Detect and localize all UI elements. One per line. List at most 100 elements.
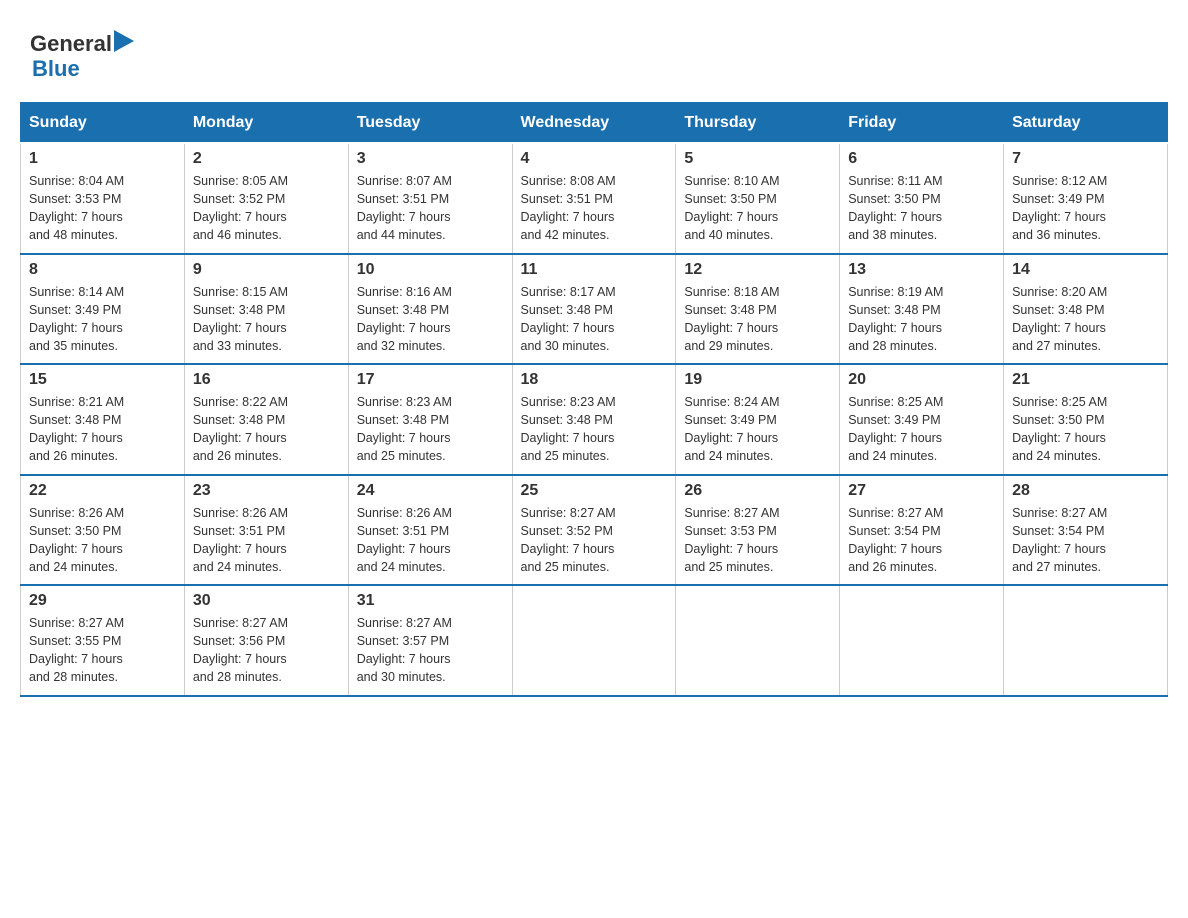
calendar-cell-11: 11Sunrise: 8:17 AMSunset: 3:48 PMDayligh… bbox=[512, 254, 676, 365]
day-info: Sunrise: 8:26 AMSunset: 3:51 PMDaylight:… bbox=[357, 504, 504, 577]
day-number: 28 bbox=[1012, 482, 1159, 500]
day-info: Sunrise: 8:08 AMSunset: 3:51 PMDaylight:… bbox=[521, 172, 668, 245]
calendar-cell-13: 13 Sunrise: 8:19 AMSunset: 3:48 PMDayligh… bbox=[840, 254, 1004, 365]
weekday-header-friday: Friday bbox=[840, 103, 1004, 143]
calendar-cell-19: 19 Sunrise: 8:24 AMSunset: 3:49 PMDayligh… bbox=[676, 364, 840, 475]
calendar-cell-1: 1Sunrise: 8:04 AMSunset: 3:53 PMDaylight… bbox=[21, 143, 185, 254]
calendar-cell-25: 25 Sunrise: 8:27 AMSunset: 3:52 PMDayligh… bbox=[512, 475, 676, 586]
day-info: Sunrise: 8:16 AMSunset: 3:48 PMDaylight:… bbox=[357, 283, 504, 356]
day-number: 25 bbox=[521, 482, 668, 500]
logo-flag-icon bbox=[114, 30, 134, 52]
calendar-cell-31: 31 Sunrise: 8:27 AMSunset: 3:57 PMDayligh… bbox=[348, 585, 512, 696]
day-info: Sunrise: 8:05 AMSunset: 3:52 PMDaylight:… bbox=[193, 172, 340, 245]
day-info: Sunrise: 8:17 AMSunset: 3:48 PMDaylight:… bbox=[521, 283, 668, 356]
day-info: Sunrise: 8:25 AMSunset: 3:49 PMDaylight:… bbox=[848, 393, 995, 466]
day-number: 16 bbox=[193, 371, 340, 389]
day-info: Sunrise: 8:27 AMSunset: 3:52 PMDaylight:… bbox=[521, 504, 668, 577]
logo-general-text: General bbox=[30, 31, 112, 57]
day-number: 30 bbox=[193, 592, 340, 610]
logo: General Blue bbox=[30, 30, 134, 82]
calendar-cell-12: 12 Sunrise: 8:18 AMSunset: 3:48 PMDayligh… bbox=[676, 254, 840, 365]
week-row-1: 1Sunrise: 8:04 AMSunset: 3:53 PMDaylight… bbox=[21, 143, 1168, 254]
day-number: 3 bbox=[357, 150, 504, 168]
day-number: 4 bbox=[521, 150, 668, 168]
calendar-cell-6: 6 Sunrise: 8:11 AMSunset: 3:50 PMDaylight… bbox=[840, 143, 1004, 254]
calendar-cell-2: 2 Sunrise: 8:05 AMSunset: 3:52 PMDaylight… bbox=[184, 143, 348, 254]
calendar-cell-empty bbox=[840, 585, 1004, 696]
day-info: Sunrise: 8:27 AMSunset: 3:53 PMDaylight:… bbox=[684, 504, 831, 577]
day-info: Sunrise: 8:25 AMSunset: 3:50 PMDaylight:… bbox=[1012, 393, 1159, 466]
day-info: Sunrise: 8:26 AMSunset: 3:51 PMDaylight:… bbox=[193, 504, 340, 577]
day-number: 8 bbox=[29, 261, 176, 279]
day-info: Sunrise: 8:14 AMSunset: 3:49 PMDaylight:… bbox=[29, 283, 176, 356]
calendar-cell-16: 16 Sunrise: 8:22 AMSunset: 3:48 PMDayligh… bbox=[184, 364, 348, 475]
day-info: Sunrise: 8:20 AMSunset: 3:48 PMDaylight:… bbox=[1012, 283, 1159, 356]
day-number: 14 bbox=[1012, 261, 1159, 279]
calendar-cell-18: 18Sunrise: 8:23 AMSunset: 3:48 PMDayligh… bbox=[512, 364, 676, 475]
calendar-cell-3: 3 Sunrise: 8:07 AMSunset: 3:51 PMDaylight… bbox=[348, 143, 512, 254]
weekday-header-tuesday: Tuesday bbox=[348, 103, 512, 143]
day-number: 23 bbox=[193, 482, 340, 500]
day-info: Sunrise: 8:27 AMSunset: 3:55 PMDaylight:… bbox=[29, 614, 176, 687]
day-number: 6 bbox=[848, 150, 995, 168]
calendar-cell-4: 4 Sunrise: 8:08 AMSunset: 3:51 PMDaylight… bbox=[512, 143, 676, 254]
calendar-cell-15: 15Sunrise: 8:21 AMSunset: 3:48 PMDayligh… bbox=[21, 364, 185, 475]
calendar-cell-8: 8 Sunrise: 8:14 AMSunset: 3:49 PMDaylight… bbox=[21, 254, 185, 365]
day-number: 15 bbox=[29, 371, 176, 389]
calendar-cell-empty bbox=[512, 585, 676, 696]
day-number: 9 bbox=[193, 261, 340, 279]
calendar-cell-29: 29 Sunrise: 8:27 AMSunset: 3:55 PMDayligh… bbox=[21, 585, 185, 696]
week-row-5: 29 Sunrise: 8:27 AMSunset: 3:55 PMDayligh… bbox=[21, 585, 1168, 696]
day-number: 12 bbox=[684, 261, 831, 279]
calendar-cell-28: 28 Sunrise: 8:27 AMSunset: 3:54 PMDayligh… bbox=[1004, 475, 1168, 586]
day-info: Sunrise: 8:18 AMSunset: 3:48 PMDaylight:… bbox=[684, 283, 831, 356]
calendar-cell-22: 22 Sunrise: 8:26 AMSunset: 3:50 PMDayligh… bbox=[21, 475, 185, 586]
day-number: 2 bbox=[193, 150, 340, 168]
calendar-cell-14: 14 Sunrise: 8:20 AMSunset: 3:48 PMDayligh… bbox=[1004, 254, 1168, 365]
day-number: 18 bbox=[521, 371, 668, 389]
day-info: Sunrise: 8:27 AMSunset: 3:56 PMDaylight:… bbox=[193, 614, 340, 687]
day-info: Sunrise: 8:22 AMSunset: 3:48 PMDaylight:… bbox=[193, 393, 340, 466]
day-info: Sunrise: 8:24 AMSunset: 3:49 PMDaylight:… bbox=[684, 393, 831, 466]
day-info: Sunrise: 8:07 AMSunset: 3:51 PMDaylight:… bbox=[357, 172, 504, 245]
day-info: Sunrise: 8:27 AMSunset: 3:54 PMDaylight:… bbox=[1012, 504, 1159, 577]
day-number: 17 bbox=[357, 371, 504, 389]
day-number: 10 bbox=[357, 261, 504, 279]
day-info: Sunrise: 8:27 AMSunset: 3:54 PMDaylight:… bbox=[848, 504, 995, 577]
day-number: 31 bbox=[357, 592, 504, 610]
day-info: Sunrise: 8:15 AMSunset: 3:48 PMDaylight:… bbox=[193, 283, 340, 356]
day-info: Sunrise: 8:27 AMSunset: 3:57 PMDaylight:… bbox=[357, 614, 504, 687]
day-info: Sunrise: 8:12 AMSunset: 3:49 PMDaylight:… bbox=[1012, 172, 1159, 245]
weekday-header-monday: Monday bbox=[184, 103, 348, 143]
calendar-cell-30: 30 Sunrise: 8:27 AMSunset: 3:56 PMDayligh… bbox=[184, 585, 348, 696]
week-row-2: 8 Sunrise: 8:14 AMSunset: 3:49 PMDaylight… bbox=[21, 254, 1168, 365]
day-number: 13 bbox=[848, 261, 995, 279]
day-info: Sunrise: 8:19 AMSunset: 3:48 PMDaylight:… bbox=[848, 283, 995, 356]
day-number: 19 bbox=[684, 371, 831, 389]
calendar-cell-20: 20 Sunrise: 8:25 AMSunset: 3:49 PMDayligh… bbox=[840, 364, 1004, 475]
calendar-cell-23: 23 Sunrise: 8:26 AMSunset: 3:51 PMDayligh… bbox=[184, 475, 348, 586]
day-number: 24 bbox=[357, 482, 504, 500]
calendar-cell-24: 24 Sunrise: 8:26 AMSunset: 3:51 PMDayligh… bbox=[348, 475, 512, 586]
weekday-header-wednesday: Wednesday bbox=[512, 103, 676, 143]
week-row-4: 22 Sunrise: 8:26 AMSunset: 3:50 PMDayligh… bbox=[21, 475, 1168, 586]
logo-blue-text: Blue bbox=[32, 56, 80, 81]
week-row-3: 15Sunrise: 8:21 AMSunset: 3:48 PMDayligh… bbox=[21, 364, 1168, 475]
day-info: Sunrise: 8:26 AMSunset: 3:50 PMDaylight:… bbox=[29, 504, 176, 577]
day-info: Sunrise: 8:11 AMSunset: 3:50 PMDaylight:… bbox=[848, 172, 995, 245]
calendar-table: SundayMondayTuesdayWednesdayThursdayFrid… bbox=[20, 102, 1168, 697]
day-info: Sunrise: 8:23 AMSunset: 3:48 PMDaylight:… bbox=[357, 393, 504, 466]
day-number: 27 bbox=[848, 482, 995, 500]
day-info: Sunrise: 8:04 AMSunset: 3:53 PMDaylight:… bbox=[29, 172, 176, 245]
day-number: 20 bbox=[848, 371, 995, 389]
weekday-header-thursday: Thursday bbox=[676, 103, 840, 143]
day-number: 29 bbox=[29, 592, 176, 610]
calendar-cell-empty bbox=[676, 585, 840, 696]
day-number: 21 bbox=[1012, 371, 1159, 389]
day-number: 22 bbox=[29, 482, 176, 500]
calendar-cell-9: 9 Sunrise: 8:15 AMSunset: 3:48 PMDaylight… bbox=[184, 254, 348, 365]
weekday-header-sunday: Sunday bbox=[21, 103, 185, 143]
calendar-cell-10: 10 Sunrise: 8:16 AMSunset: 3:48 PMDayligh… bbox=[348, 254, 512, 365]
day-number: 7 bbox=[1012, 150, 1159, 168]
weekday-header-saturday: Saturday bbox=[1004, 103, 1168, 143]
